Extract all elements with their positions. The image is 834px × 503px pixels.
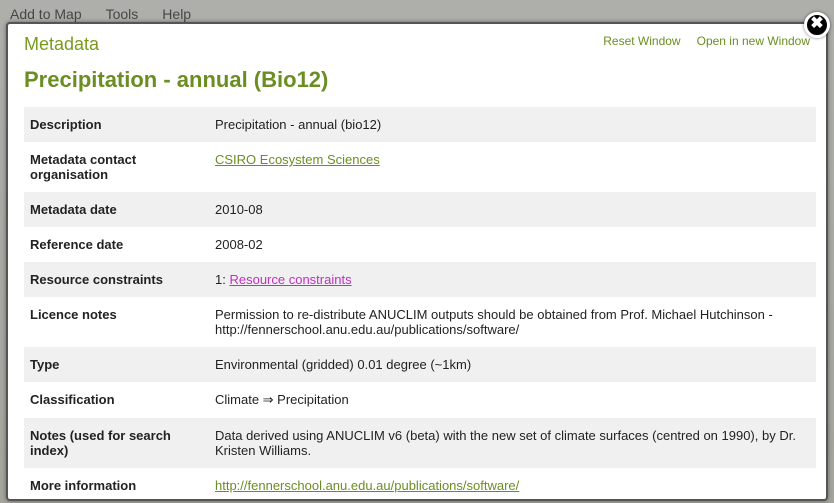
label-notes: Notes (used for search index): [24, 418, 209, 468]
label-metadata-date: Metadata date: [24, 192, 209, 227]
row-metadata-date: Metadata date 2010-08: [24, 192, 816, 227]
row-type: Type Environmental (gridded) 0.01 degree…: [24, 347, 816, 382]
label-contact-org: Metadata contact organisation: [24, 142, 209, 192]
constraint-prefix: 1:: [215, 272, 229, 287]
row-contact-org: Metadata contact organisation CSIRO Ecos…: [24, 142, 816, 192]
value-reference-date: 2008-02: [209, 227, 816, 262]
label-licence-notes: Licence notes: [24, 297, 209, 347]
bg-menu-addtomap: Add to Map: [10, 6, 82, 22]
value-classification: Climate ⇒ Precipitation: [209, 382, 816, 418]
link-more-info[interactable]: http://fennerschool.anu.edu.au/publicati…: [215, 478, 519, 493]
row-resource-constraints: Resource constraints 1: Resource constra…: [24, 262, 816, 297]
row-more-info: More information http://fennerschool.anu…: [24, 468, 816, 499]
value-resource-constraints: 1: Resource constraints: [209, 262, 816, 297]
page-title: Precipitation - annual (Bio12): [24, 67, 816, 93]
value-type: Environmental (gridded) 0.01 degree (~1k…: [209, 347, 816, 382]
value-metadata-date: 2010-08: [209, 192, 816, 227]
row-licence-notes: Licence notes Permission to re-distribut…: [24, 297, 816, 347]
label-more-info: More information: [24, 468, 209, 499]
dialog-body-scroll[interactable]: Precipitation - annual (Bio12) Descripti…: [8, 61, 826, 499]
row-classification: Classification Climate ⇒ Precipitation: [24, 382, 816, 418]
label-reference-date: Reference date: [24, 227, 209, 262]
label-type: Type: [24, 347, 209, 382]
metadata-table: Description Precipitation - annual (bio1…: [24, 107, 816, 499]
label-description: Description: [24, 107, 209, 142]
row-reference-date: Reference date 2008-02: [24, 227, 816, 262]
row-notes: Notes (used for search index) Data deriv…: [24, 418, 816, 468]
link-resource-constraints[interactable]: Resource constraints: [229, 272, 351, 287]
dialog-title: Metadata: [24, 34, 99, 55]
label-resource-constraints: Resource constraints: [24, 262, 209, 297]
open-new-window-link[interactable]: Open in new Window: [697, 34, 810, 48]
label-classification: Classification: [24, 382, 209, 418]
value-description: Precipitation - annual (bio12): [209, 107, 816, 142]
close-icon[interactable]: ✖: [804, 12, 830, 38]
value-notes: Data derived using ANUCLIM v6 (beta) wit…: [209, 418, 816, 468]
value-licence-notes: Permission to re-distribute ANUCLIM outp…: [209, 297, 816, 347]
link-contact-org[interactable]: CSIRO Ecosystem Sciences: [215, 152, 380, 167]
bg-menu-help: Help: [162, 6, 191, 22]
metadata-dialog: ✖ Metadata Reset Window Open in new Wind…: [6, 22, 828, 501]
reset-window-link[interactable]: Reset Window: [603, 34, 680, 48]
row-description: Description Precipitation - annual (bio1…: [24, 107, 816, 142]
bg-menu-tools: Tools: [106, 6, 139, 22]
